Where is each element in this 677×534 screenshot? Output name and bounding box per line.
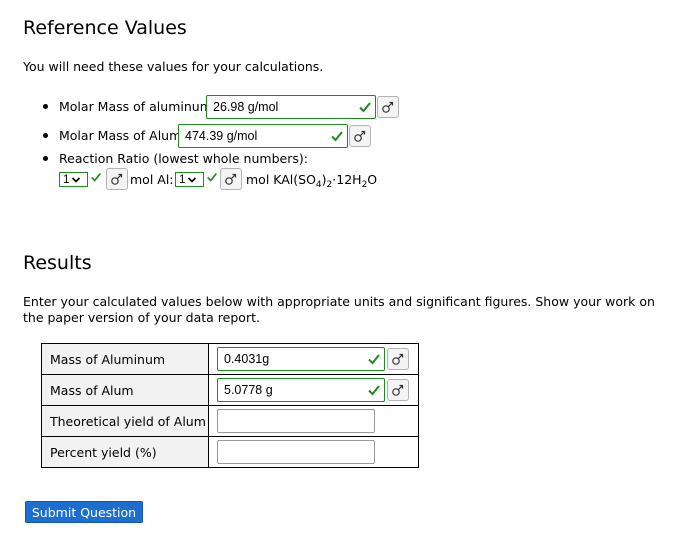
equation-editor-icon <box>382 101 394 113</box>
chevron-down-icon <box>188 176 197 183</box>
al-ratio-select[interactable]: 1 <box>59 172 88 187</box>
equation-editor-button[interactable] <box>387 348 409 370</box>
alum-formula: mol KAl(SO4)2·12H2O <box>246 172 378 190</box>
theoretical-yield-input[interactable] <box>217 409 375 433</box>
equation-editor-button[interactable] <box>349 125 371 147</box>
molar-mass-alum-input[interactable]: 474.39 g/mol <box>178 124 348 148</box>
table-row: Mass of Aluminum 0.4031g <box>41 343 419 375</box>
alum-ratio-select[interactable]: 1 <box>175 172 204 187</box>
reference-intro: You will need these values for your calc… <box>23 59 324 74</box>
equation-editor-button[interactable] <box>220 168 242 190</box>
check-icon <box>91 172 102 182</box>
alum-ratio-value: 1 <box>179 173 186 186</box>
mass-aluminum-input[interactable]: 0.4031g <box>217 347 385 371</box>
results-table: Mass of Aluminum 0.4031g Mass of Alum 5.… <box>41 343 419 468</box>
row-input-cell: 5.0778 g <box>208 374 419 406</box>
bullet <box>43 104 48 109</box>
row-input-cell <box>208 405 419 437</box>
al-ratio-unit: mol Al: <box>130 172 174 187</box>
equation-editor-icon <box>111 173 123 185</box>
alum-formula-oxygen: O <box>367 172 378 187</box>
molar-mass-al-label: Molar Mass of aluminum: <box>59 99 217 114</box>
molar-mass-al-input[interactable]: 26.98 g/mol <box>206 95 376 119</box>
molar-mass-alum-label: Molar Mass of Alum: <box>59 128 186 143</box>
mass-aluminum-value: 0.4031g <box>224 352 270 366</box>
check-icon <box>359 102 371 113</box>
mass-alum-value: 5.0778 g <box>224 383 273 397</box>
submit-question-button[interactable]: Submit Question <box>25 501 143 523</box>
alum-formula-prefix: mol KAl(SO <box>246 172 316 187</box>
reaction-ratio-label: Reaction Ratio (lowest whole numbers): <box>59 151 308 166</box>
reference-title: Reference Values <box>23 17 187 39</box>
check-icon <box>331 131 343 142</box>
bullet <box>43 133 48 138</box>
row-input-cell <box>208 436 419 468</box>
row-label: Mass of Alum <box>41 374 209 406</box>
chevron-down-icon <box>72 176 81 183</box>
al-ratio-value: 1 <box>63 173 70 186</box>
mass-alum-input[interactable]: 5.0778 g <box>217 378 385 402</box>
table-row: Percent yield (%) <box>41 436 419 468</box>
equation-editor-icon <box>392 384 404 396</box>
row-label: Percent yield (%) <box>41 436 209 468</box>
check-icon <box>368 354 380 365</box>
row-label: Mass of Aluminum <box>41 343 209 375</box>
equation-editor-icon <box>354 130 366 142</box>
check-icon <box>368 385 380 396</box>
equation-editor-button[interactable] <box>377 96 399 118</box>
table-row: Theoretical yield of Alum <box>41 405 419 437</box>
equation-editor-button[interactable] <box>387 379 409 401</box>
row-input-cell: 0.4031g <box>208 343 419 375</box>
percent-yield-input[interactable] <box>217 440 375 464</box>
results-instructions: Enter your calculated values below with … <box>23 294 655 325</box>
molar-mass-alum-value: 474.39 g/mol <box>185 129 258 143</box>
molar-mass-al-value: 26.98 g/mol <box>213 100 279 114</box>
results-title: Results <box>23 252 92 274</box>
alum-formula-water: ·12H <box>332 172 362 187</box>
table-row: Mass of Alum 5.0778 g <box>41 374 419 406</box>
check-icon <box>207 172 218 182</box>
equation-editor-button[interactable] <box>106 168 128 190</box>
row-label: Theoretical yield of Alum <box>41 405 209 437</box>
equation-editor-icon <box>225 173 237 185</box>
equation-editor-icon <box>392 353 404 365</box>
bullet <box>43 156 48 161</box>
